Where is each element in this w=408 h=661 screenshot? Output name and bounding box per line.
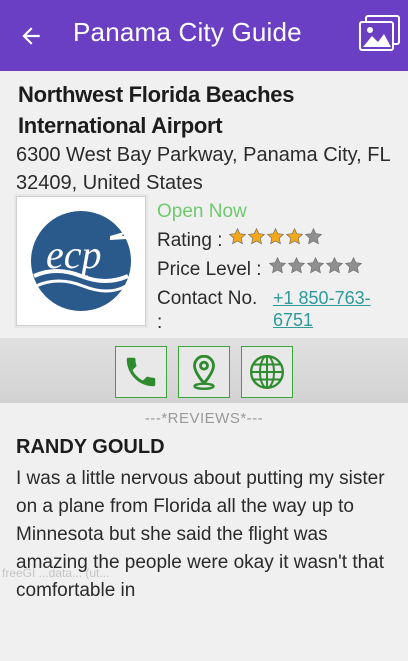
price-stars bbox=[268, 256, 363, 275]
place-info: Open Now Rating : Price Level : Contact … bbox=[157, 200, 402, 335]
open-status: Open Now bbox=[157, 201, 247, 222]
star-empty-icon bbox=[306, 256, 324, 274]
map-button[interactable] bbox=[178, 346, 230, 398]
rating-row: Rating : bbox=[157, 227, 402, 253]
phone-icon bbox=[126, 357, 156, 387]
arrow-left-icon bbox=[22, 27, 40, 45]
image-gallery-icon bbox=[359, 15, 400, 51]
rating-label: Rating : bbox=[157, 230, 223, 251]
image-gallery-button[interactable] bbox=[358, 14, 402, 54]
contact-row: Contact No. : +1 850-763-6751 bbox=[157, 287, 402, 335]
star-empty-icon bbox=[305, 227, 323, 245]
price-row: Price Level : bbox=[157, 256, 402, 282]
star-filled-icon bbox=[248, 227, 266, 245]
place-name: Northwest Florida Beaches International … bbox=[18, 82, 295, 138]
watermark: freeGI ...data... (ut... bbox=[2, 566, 110, 580]
location-pin-icon bbox=[193, 354, 215, 390]
review-author: RANDY GOULD bbox=[16, 436, 165, 458]
contact-label: Contact No. : bbox=[157, 288, 258, 333]
star-filled-icon bbox=[229, 227, 247, 245]
star-empty-icon bbox=[287, 256, 305, 274]
ecp-logo: ecp bbox=[31, 211, 131, 311]
call-button[interactable] bbox=[115, 346, 167, 398]
rating-stars bbox=[228, 227, 323, 246]
page-title: Panama City Guide bbox=[73, 17, 302, 47]
star-filled-icon bbox=[286, 227, 304, 245]
app-bar: Panama City Guide bbox=[0, 0, 408, 71]
website-button[interactable] bbox=[241, 346, 293, 398]
price-label: Price Level : bbox=[157, 259, 262, 280]
action-strip bbox=[0, 338, 408, 403]
globe-icon bbox=[250, 355, 284, 389]
reviews-header: ---*REVIEWS*--- bbox=[144, 410, 264, 427]
star-filled-icon bbox=[267, 227, 285, 245]
place-logo: ecp bbox=[16, 196, 146, 326]
back-button[interactable] bbox=[14, 19, 48, 53]
star-empty-icon bbox=[325, 256, 343, 274]
phone-link[interactable]: +1 850-763-6751 bbox=[273, 287, 402, 331]
review-text: I was a little nervous about putting my … bbox=[16, 468, 385, 601]
star-empty-icon bbox=[344, 256, 362, 274]
star-empty-icon bbox=[268, 256, 286, 274]
place-address: 6300 West Bay Parkway, Panama City, FL 3… bbox=[16, 144, 390, 194]
